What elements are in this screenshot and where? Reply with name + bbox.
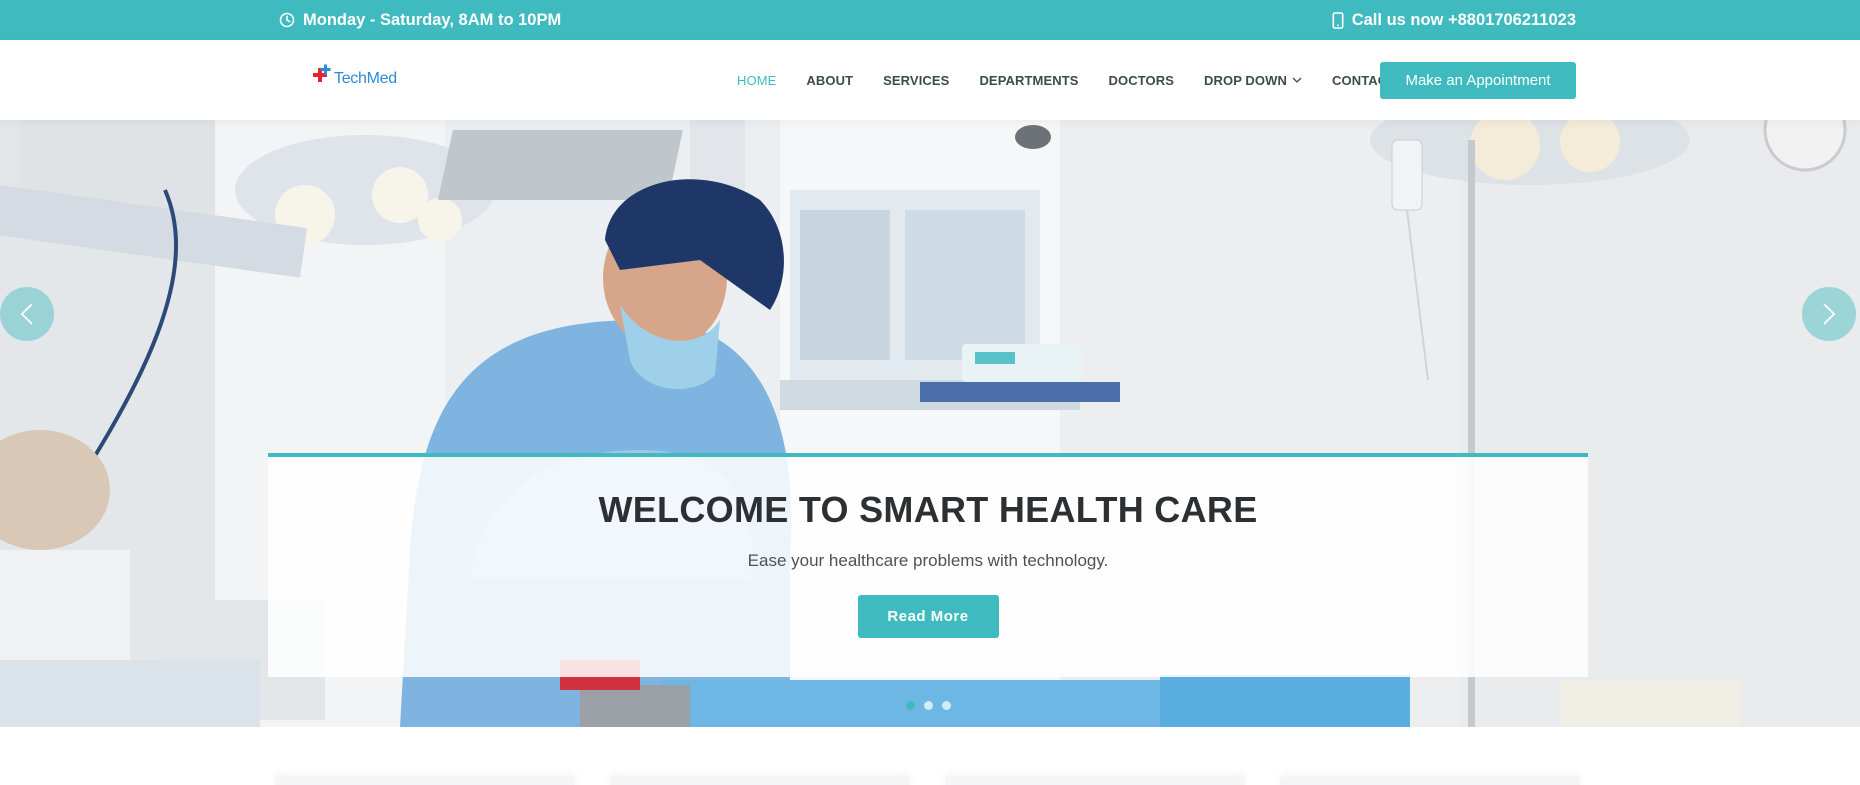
opening-hours: Monday - Saturday, 8AM to 10PM: [279, 0, 561, 40]
chevron-right-icon: [1823, 303, 1836, 325]
carousel-prev-button[interactable]: [0, 287, 54, 341]
opening-hours-text: Monday - Saturday, 8AM to 10PM: [303, 10, 562, 29]
carousel-dot-2[interactable]: [924, 701, 933, 710]
carousel-next-button[interactable]: [1802, 287, 1856, 341]
top-info-bar: Monday - Saturday, 8AM to 10PM Call us n…: [0, 0, 1860, 40]
carousel-dot-3[interactable]: [942, 701, 951, 710]
nav-item-about[interactable]: ABOUT: [806, 73, 853, 88]
chevron-left-icon: [20, 303, 33, 325]
below-fold-section: [0, 727, 1860, 785]
main-navbar: TechMed HOME ABOUT SERVICES DEPARTMENTS …: [0, 40, 1860, 120]
phone-icon: [1332, 11, 1344, 29]
nav-item-services[interactable]: SERVICES: [883, 73, 949, 88]
carousel-dot-1[interactable]: [906, 701, 915, 710]
nav-item-home[interactable]: HOME: [737, 73, 776, 88]
brand-name: TechMed: [334, 70, 397, 87]
medical-cross-icon: [313, 64, 331, 82]
hero-title: WELCOME TO SMART HEALTH CARE: [598, 489, 1258, 530]
make-appointment-button[interactable]: Make an Appointment: [1380, 62, 1576, 99]
brand-logo[interactable]: TechMed: [312, 64, 397, 87]
hero-subtitle: Ease your healthcare problems with techn…: [747, 551, 1109, 570]
phone-contact[interactable]: Call us now +8801706211023: [1332, 0, 1576, 40]
clock-icon: [279, 12, 295, 28]
phone-text[interactable]: Call us now +8801706211023: [1352, 11, 1576, 30]
hero-carousel: WELCOME TO SMART HEALTH CARE Ease your h…: [0, 120, 1860, 727]
hero-caption-box: WELCOME TO SMART HEALTH CARE Ease your h…: [268, 453, 1588, 677]
chevron-down-icon: [1292, 77, 1302, 83]
nav-menu: HOME ABOUT SERVICES DEPARTMENTS DOCTORS …: [737, 40, 1425, 120]
read-more-button[interactable]: Read More: [857, 595, 999, 638]
carousel-indicators: [906, 701, 960, 710]
nav-item-drop-down[interactable]: DROP DOWN: [1204, 73, 1302, 88]
nav-item-departments[interactable]: DEPARTMENTS: [979, 73, 1078, 88]
nav-item-doctors[interactable]: DOCTORS: [1109, 73, 1174, 88]
